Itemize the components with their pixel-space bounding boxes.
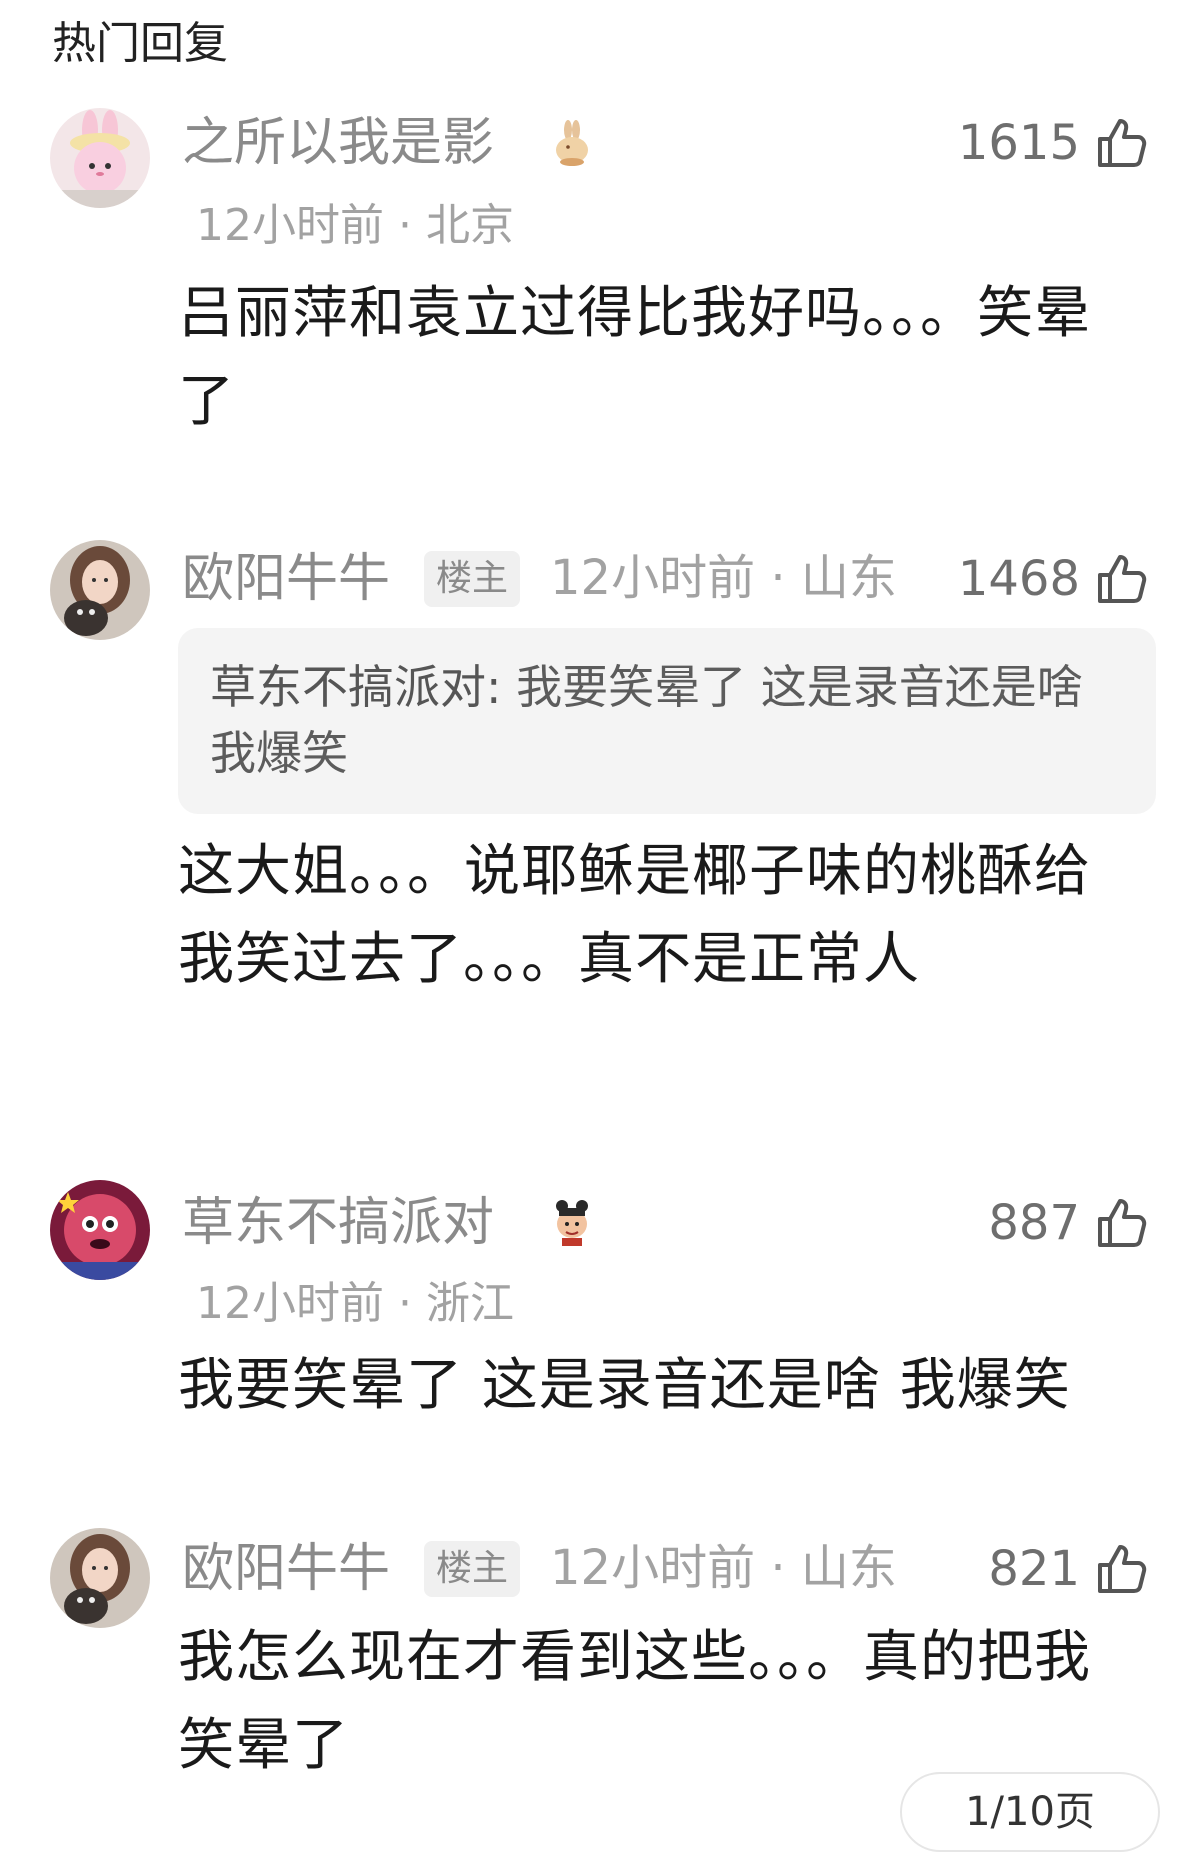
comment-meta: 12小时前 · 山东 [550,548,897,608]
avatar[interactable] [50,540,150,640]
comment-meta: 12小时前 · 北京 [196,196,514,256]
like-count: 821 [988,1541,1080,1597]
like-count: 1468 [957,551,1080,607]
location: 北京 [425,200,514,251]
rabbit-badge-icon [556,120,588,166]
timestamp: 12小时前 [550,550,756,606]
op-badge: 楼主 [424,551,521,607]
avatar[interactable] [50,108,150,208]
thumbs-up-icon[interactable] [1094,1195,1150,1251]
avatar[interactable] [50,1180,150,1280]
username[interactable]: 欧阳牛牛 [182,544,390,614]
username[interactable]: 草东不搞派对 [182,1188,494,1258]
location: 山东 [800,1540,897,1596]
thumbs-up-icon[interactable] [1094,115,1150,171]
quoted-username[interactable]: 草东不搞派对: [210,660,502,714]
meta-separator: · [755,1540,801,1596]
meta-separator: · [384,200,426,251]
username[interactable]: 之所以我是影 [182,108,494,178]
meta-separator: · [384,1278,426,1329]
section-title: 热门回复 [52,18,228,69]
op-badge: 楼主 [424,1541,521,1597]
timestamp: 12小时前 [196,200,384,251]
location: 山东 [800,550,897,606]
username[interactable]: 欧阳牛牛 [182,1534,390,1604]
timestamp: 12小时前 [550,1540,756,1596]
quoted-reply[interactable]: 草东不搞派对: 我要笑晕了 这是录音还是啥 我爆笑 [178,628,1156,814]
timestamp: 12小时前 [196,1278,384,1329]
like-count: 887 [988,1195,1080,1251]
comment-text: 我要笑晕了 这是录音还是啥 我爆笑 [178,1353,1071,1418]
nezha-badge-icon [556,1200,588,1246]
location: 浙江 [425,1278,514,1329]
page-indicator[interactable]: 1/10页 [900,1772,1160,1852]
comment-text: 吕丽萍和袁立过得比我好吗。。。笑晕了 [178,281,1091,434]
like-area[interactable]: 887 [988,1188,1150,1258]
like-area[interactable]: 1615 [958,108,1150,178]
like-count: 1615 [957,115,1080,171]
comment-text: 这大姐。。。说耶稣是椰子味的桃酥给我笑过去了。。。真不是正常人 [178,839,1091,992]
like-area[interactable]: 1468 [958,544,1150,614]
like-area[interactable]: 821 [988,1534,1150,1604]
comment-meta: 12小时前 · 浙江 [196,1274,514,1334]
comment-meta: 12小时前 · 山东 [550,1538,897,1598]
avatar[interactable] [50,1528,150,1628]
comment-text: 我怎么现在才看到这些。。。真的把我笑晕了 [178,1625,1091,1778]
meta-separator: · [755,550,801,606]
thumbs-up-icon[interactable] [1094,551,1150,607]
thumbs-up-icon[interactable] [1094,1541,1150,1597]
